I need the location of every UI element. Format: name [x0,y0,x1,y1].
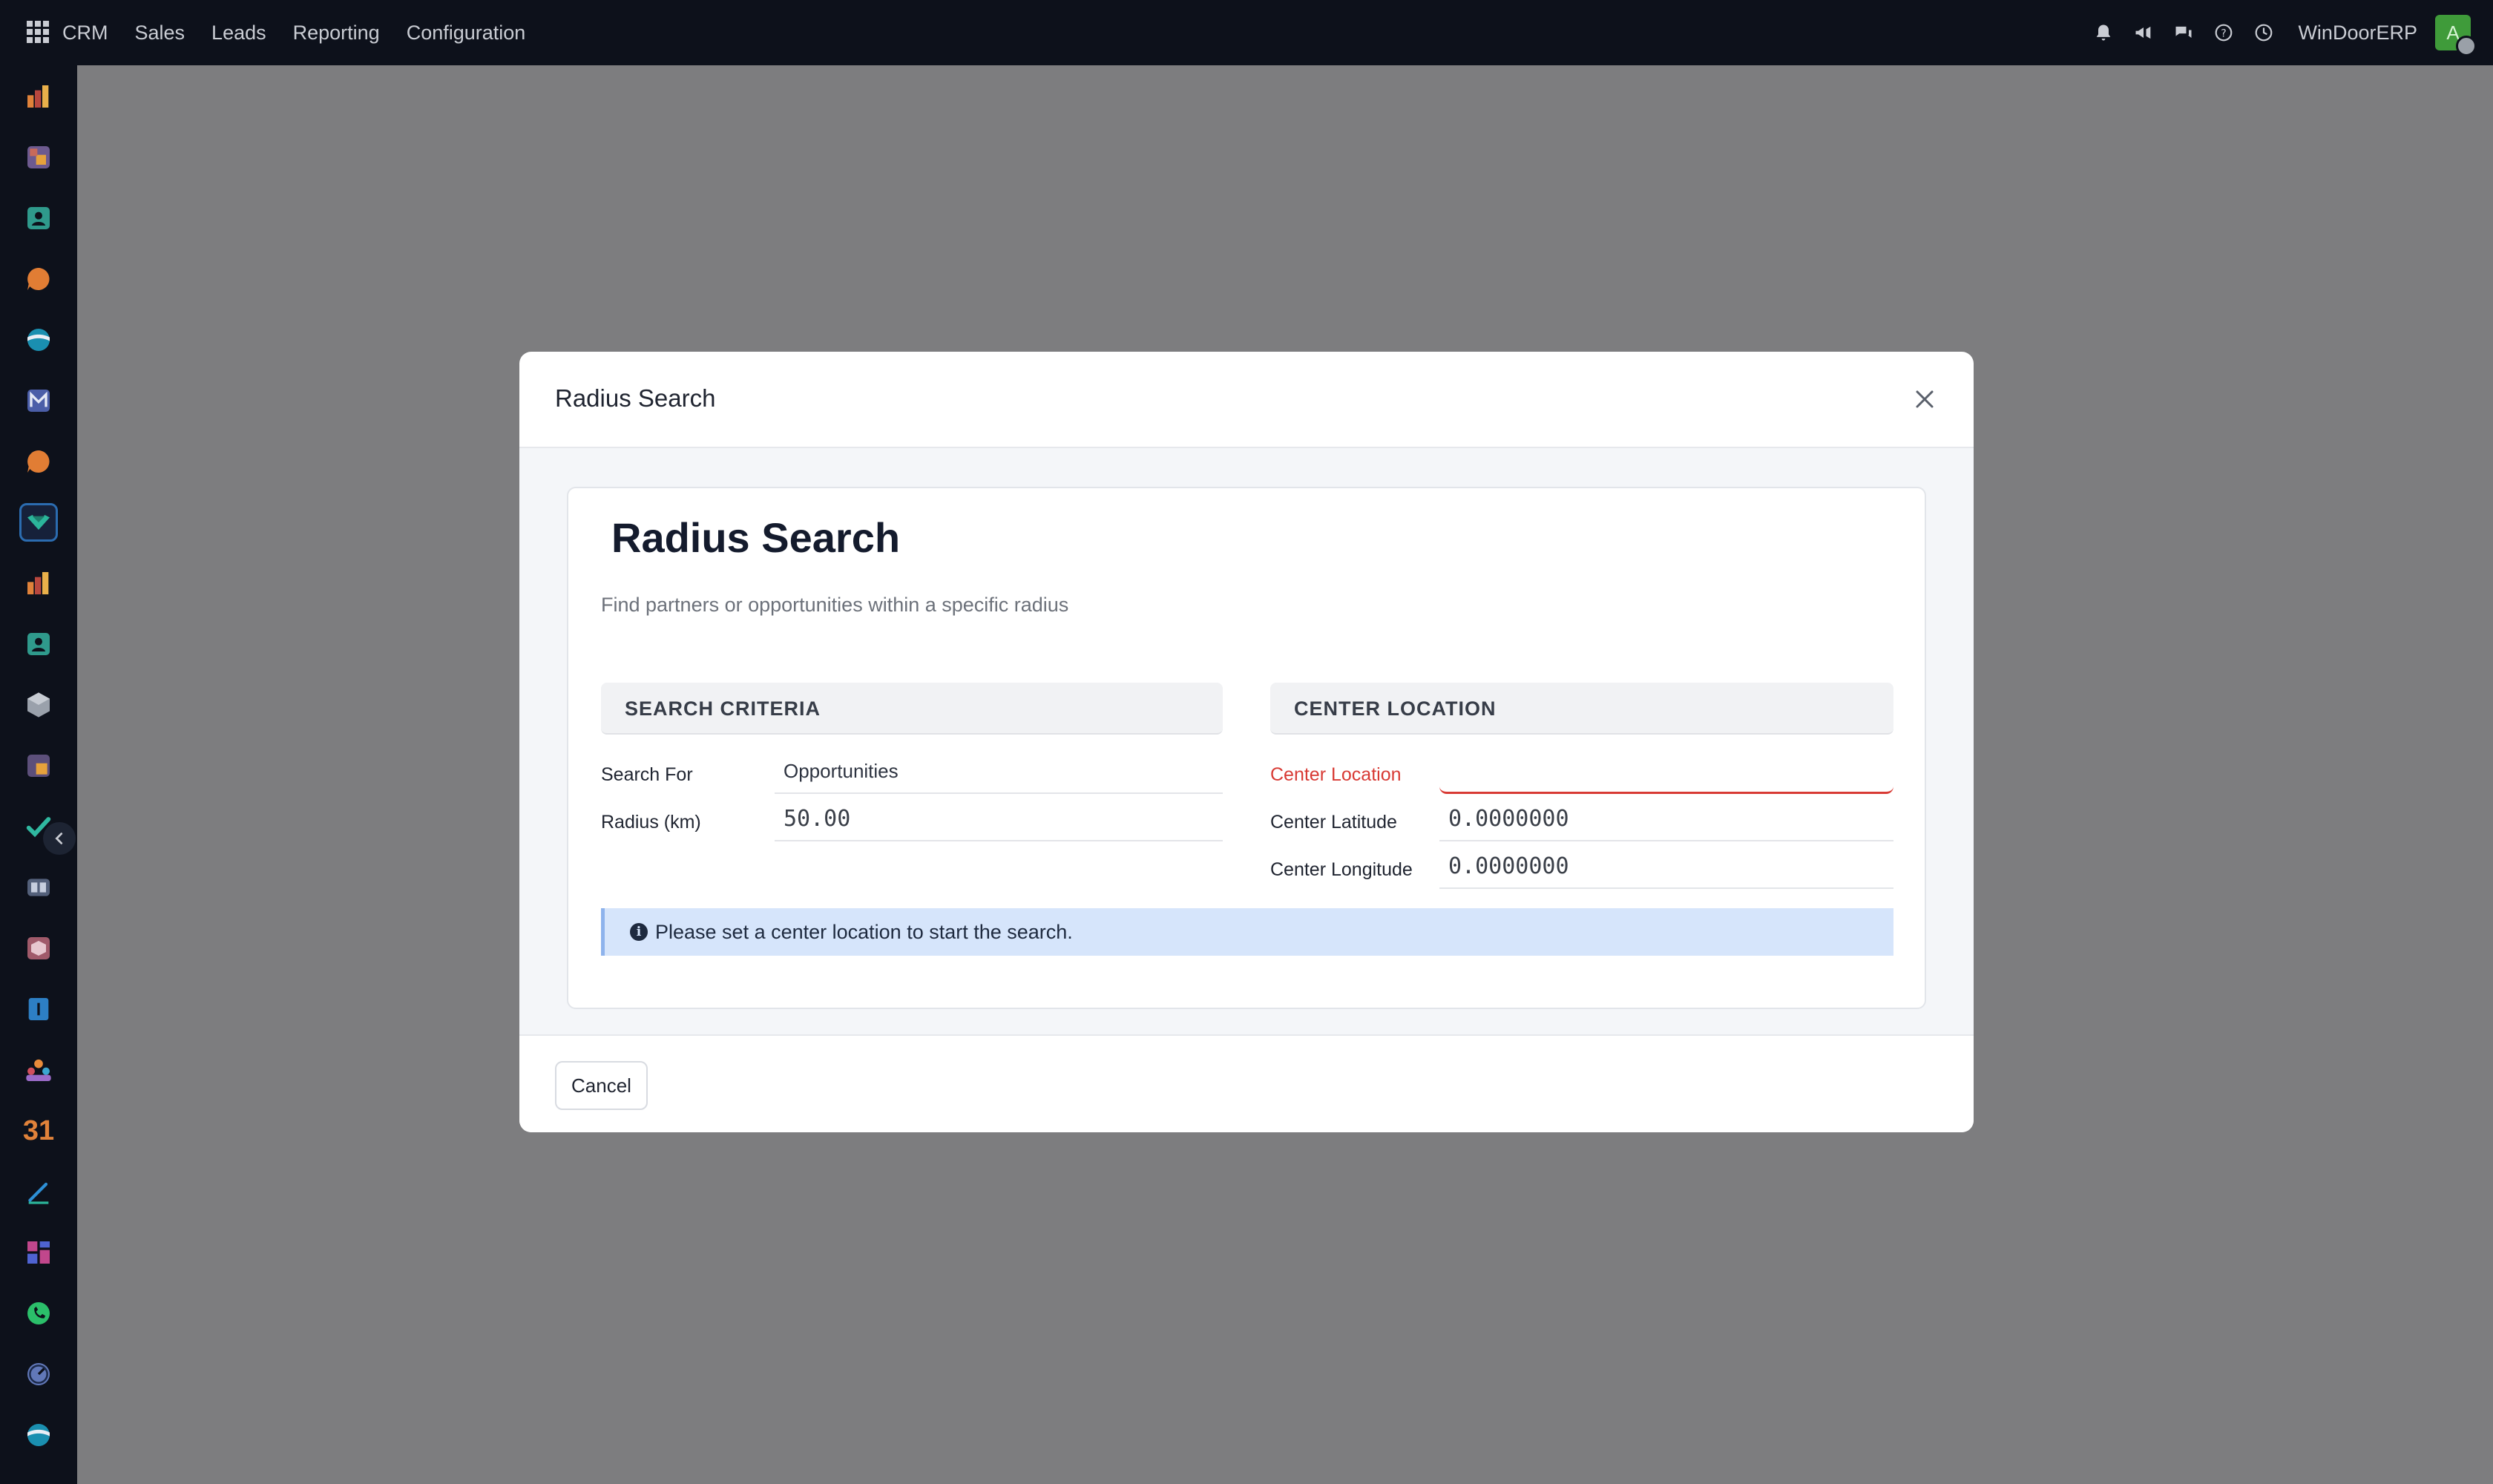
calendar-day-label: 31 [22,1114,55,1146]
sign-app-icon[interactable] [19,1172,58,1211]
center-latitude-label: Center Latitude [1270,812,1397,833]
menu-sales[interactable]: Sales [135,22,185,45]
megaphone-icon[interactable] [2132,21,2155,45]
mail-app-icon[interactable] [19,381,58,420]
chevron-left-icon [55,833,63,844]
clock-icon[interactable] [2252,21,2276,45]
discuss-app-icon[interactable] [19,442,58,481]
top-menu: CRM Sales Leads Reporting Configuration [62,0,552,65]
sphere-app-icon-2[interactable] [19,1416,58,1454]
sphere-app-icon[interactable] [19,321,58,359]
center-longitude-input[interactable]: 0.0000000 [1439,844,1893,889]
whatsapp-app-icon[interactable] [19,1294,58,1333]
dialog-footer: Cancel [519,1034,1974,1132]
sales-chart-app-icon[interactable] [19,564,58,603]
inventory-app-icon[interactable] [19,929,58,968]
top-navbar: CRM Sales Leads Reporting Configuration … [0,0,2493,65]
menu-reporting[interactable]: Reporting [293,22,380,45]
app-sidebar: 31 [0,65,77,1484]
menu-crm[interactable]: CRM [62,22,108,45]
radius-search-dialog: Radius Search Radius Search Find partner… [519,352,1974,1132]
dialog-header: Radius Search [519,352,1974,448]
app-grid-icon[interactable] [27,21,49,43]
cancel-button[interactable]: Cancel [555,1061,648,1110]
alert-text: Please set a center location to start th… [655,920,1073,943]
book-app-icon[interactable] [19,868,58,907]
dialog-title: Radius Search [555,384,716,412]
chat-icon[interactable] [2172,21,2195,45]
time-app-icon[interactable] [19,1355,58,1393]
search-for-label: Search For [601,764,693,785]
info-alert: i Please set a center location to start … [601,908,1893,956]
close-icon [1916,390,1934,408]
status-dot [2456,36,2477,56]
systray: ? WinDoorERP A [2075,0,2477,65]
calendar-app-icon[interactable]: 31 [19,1112,58,1150]
chat-bubble-app-icon[interactable] [19,260,58,298]
search-for-select[interactable]: Opportunities [775,749,1223,794]
avatar[interactable]: A [2435,15,2477,56]
close-button[interactable] [1908,383,1941,416]
radius-input[interactable]: 50.00 [775,797,1223,841]
svg-text:?: ? [2221,27,2227,39]
center-location-header: CENTER LOCATION [1270,683,1893,735]
dashboard-app-icon[interactable] [19,1233,58,1272]
package-app-icon[interactable] [19,686,58,724]
crm-app-icon[interactable] [19,503,58,542]
menu-leads[interactable]: Leads [211,22,266,45]
bell-icon[interactable] [2092,21,2115,45]
radius-label: Radius (km) [601,812,701,833]
center-location-label: Center Location [1270,764,1402,785]
team-app-icon[interactable] [19,1051,58,1089]
contacts-app-icon-2[interactable] [19,625,58,663]
form-subtitle: Find partners or opportunities within a … [601,594,1069,616]
center-longitude-label: Center Longitude [1270,859,1413,880]
info-icon: i [630,923,648,941]
invoice-app-icon[interactable] [19,990,58,1028]
menu-configuration[interactable]: Configuration [407,22,526,45]
search-criteria-title: SEARCH CRITERIA [625,697,821,720]
form-sheet: Radius Search Find partners or opportuni… [567,487,1926,1009]
search-criteria-header: SEARCH CRITERIA [601,683,1223,735]
apps-app-icon[interactable] [19,746,58,785]
form-heading: Radius Search [611,514,901,561]
sidebar-collapse-button[interactable] [43,822,76,855]
help-icon[interactable]: ? [2212,21,2236,45]
center-latitude-input[interactable]: 0.0000000 [1439,797,1893,841]
chart-app-icon[interactable] [19,77,58,116]
center-location-title: CENTER LOCATION [1294,697,1497,720]
puzzle-app-icon[interactable] [19,138,58,177]
center-location-input[interactable] [1439,749,1893,794]
company-name[interactable]: WinDoorERP [2298,22,2417,45]
contacts-app-icon[interactable] [19,199,58,237]
